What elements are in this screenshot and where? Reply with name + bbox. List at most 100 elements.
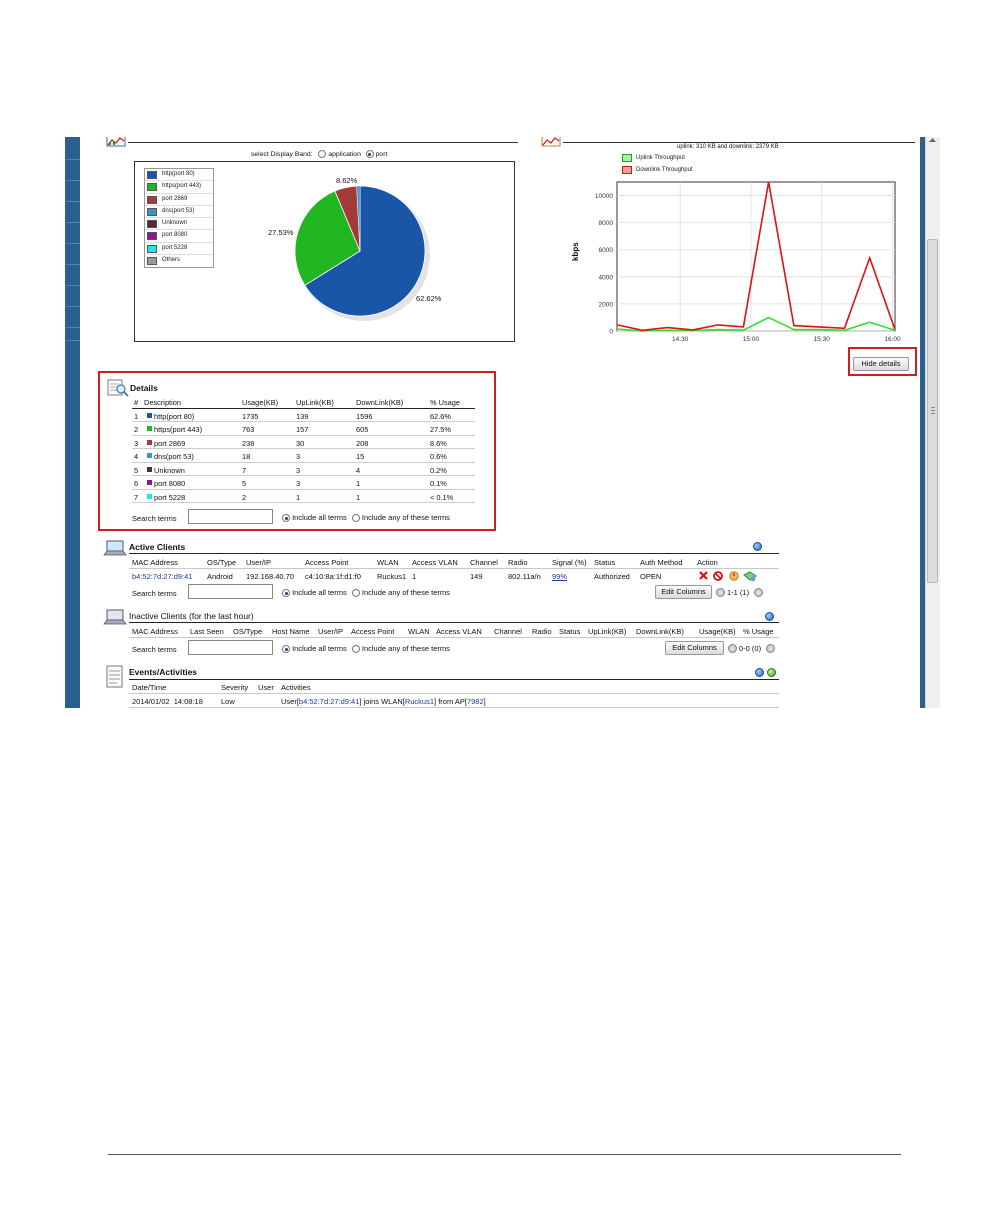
active-include-all-radio[interactable] [282, 589, 290, 598]
active-next-page-icon[interactable] [754, 588, 763, 597]
hide-details-button[interactable]: Hide details [853, 357, 909, 371]
legend-label: dns(port 53) [162, 207, 195, 214]
row-downlink: 4 [356, 465, 361, 475]
inactive-include-any-radio[interactable] [351, 645, 360, 654]
port-radio[interactable] [365, 150, 374, 158]
col-header-channel[interactable]: Channel [494, 627, 522, 636]
active-include-all-label: Include all terms [292, 588, 347, 597]
row-percent: 62.6% [430, 411, 451, 421]
col-header-access-point[interactable]: Access Point [351, 627, 394, 636]
test-client-icon[interactable] [729, 571, 739, 581]
events-collapse-icon[interactable] [755, 668, 764, 677]
details-row: 7 port 5228 2 1 1 < 0.1% [132, 490, 475, 503]
details-include-any-radio[interactable] [351, 514, 360, 523]
col-header-access-vlan[interactable]: Access VLAN [436, 627, 482, 636]
inactive-clients-collapse-icon[interactable] [765, 612, 774, 621]
col-header-host-name[interactable]: Host Name [272, 627, 310, 636]
inactive-prev-page-icon[interactable] [728, 644, 737, 653]
row-uplink: 139 [296, 411, 309, 421]
col-header-channel[interactable]: Channel [470, 558, 498, 567]
downlink-swatch [622, 166, 632, 174]
client-mac-link[interactable]: b4:52:7d:27:d9:41 [132, 572, 192, 581]
color-swatch [147, 480, 152, 485]
events-divider [129, 679, 779, 680]
col-header-usage[interactable]: Usage(KB) [699, 627, 736, 636]
tag-client-icon[interactable] [743, 571, 757, 582]
event-ap-link[interactable]: 7982 [467, 697, 484, 706]
pie-label-https: 27.53% [268, 228, 294, 237]
col-header-user-ip[interactable]: User/IP [318, 627, 343, 636]
col-header-auth-method[interactable]: Auth Method [640, 558, 683, 567]
events-document-icon [106, 665, 123, 688]
col-header-signal[interactable]: Signal (%) [552, 558, 587, 567]
y-tick-label: 8000 [599, 220, 614, 227]
color-swatch [147, 439, 152, 445]
row-uplink: 3 [296, 465, 301, 475]
inactive-edit-columns-button[interactable]: Edit Columns [665, 641, 724, 655]
application-radio[interactable] [318, 150, 327, 158]
scroll-up-arrow-icon[interactable] [927, 137, 938, 143]
event-wlan-link[interactable]: Ruckus1 [405, 697, 434, 706]
col-header-radio[interactable]: Radio [532, 627, 552, 636]
col-header-user-ip[interactable]: User/IP [246, 558, 271, 567]
col-header-access-point[interactable]: Access Point [305, 558, 348, 567]
legend-swatch [147, 183, 157, 192]
col-header-last-seen[interactable]: Last Seen [190, 627, 224, 636]
col-header-pct-usage[interactable]: % Usage [743, 627, 773, 636]
active-clients-collapse-icon[interactable] [753, 542, 762, 551]
col-header-mac[interactable]: MAC Address [132, 558, 178, 567]
inactive-search-input[interactable] [188, 640, 273, 655]
legend-label: http(port 80) [162, 171, 195, 177]
event-activity: User[b4:52:7d:27:d9:41] joins WLAN[Rucku… [281, 697, 486, 706]
color-swatch [147, 453, 152, 458]
col-header-action: Action [697, 558, 718, 567]
col-header-status[interactable]: Status [594, 558, 615, 567]
client-signal-link[interactable]: 99% [552, 572, 567, 581]
row-uplink: 30 [296, 438, 305, 448]
delete-client-icon[interactable] [699, 571, 708, 580]
details-include-all-radio[interactable] [282, 514, 290, 523]
pie-label-http: 62.62% [416, 294, 442, 303]
row-number: 1 [134, 411, 139, 421]
row-description: https(port 443) [154, 425, 203, 434]
inactive-next-page-icon[interactable] [766, 644, 775, 653]
details-search-input[interactable] [188, 509, 273, 524]
col-header-os[interactable]: OS/Type [207, 558, 236, 567]
y-tick-label: 0 [609, 329, 613, 336]
active-search-input[interactable] [188, 584, 273, 599]
client-ip: 192.168.40.70 [246, 572, 294, 581]
col-header: DownLink(KB) [356, 398, 404, 407]
throughput-summary: uplink: 310 KB and downlink: 2379 KB [677, 144, 779, 150]
active-include-any-radio[interactable] [351, 589, 360, 598]
color-swatch [147, 412, 152, 418]
col-header-radio[interactable]: Radio [508, 558, 528, 567]
legend-label: port 2869 [162, 195, 188, 202]
active-prev-page-icon[interactable] [716, 588, 725, 597]
row-uplink: 1 [296, 492, 301, 502]
col-header-datetime[interactable]: Date/Time [132, 683, 166, 692]
col-header-access-vlan[interactable]: Access VLAN [412, 558, 458, 567]
row-description: port 2869 [154, 438, 186, 448]
laptop-icon [103, 540, 127, 556]
col-header-uplink[interactable]: UpLink(KB) [588, 627, 626, 636]
col-header-mac[interactable]: MAC Address [132, 627, 178, 636]
inactive-include-all-radio[interactable] [282, 645, 290, 654]
y-tick-label: 4000 [599, 274, 614, 281]
col-header-activities[interactable]: Activities [281, 683, 311, 692]
active-edit-columns-button[interactable]: Edit Columns [655, 585, 712, 599]
row-percent: 27.5% [430, 425, 451, 434]
events-refresh-icon[interactable] [767, 668, 776, 677]
col-header-wlan[interactable]: WLAN [408, 627, 430, 636]
col-header-severity[interactable]: Severity [221, 683, 248, 692]
col-header-downlink[interactable]: DownLink(KB) [636, 627, 684, 636]
col-header-wlan[interactable]: WLAN [377, 558, 399, 567]
col-header-status[interactable]: Status [559, 627, 580, 636]
row-number: 5 [134, 465, 139, 475]
x-tick-label: 15:00 [743, 336, 760, 343]
y-tick-label: 10000 [595, 193, 613, 200]
block-client-icon[interactable] [713, 571, 723, 581]
col-header-os[interactable]: OS/Type [233, 627, 262, 636]
col-header-user[interactable]: User [258, 683, 274, 692]
legend-swatch [147, 244, 157, 253]
event-mac-link[interactable]: b4:52:7d:27:d9:41 [299, 697, 359, 706]
